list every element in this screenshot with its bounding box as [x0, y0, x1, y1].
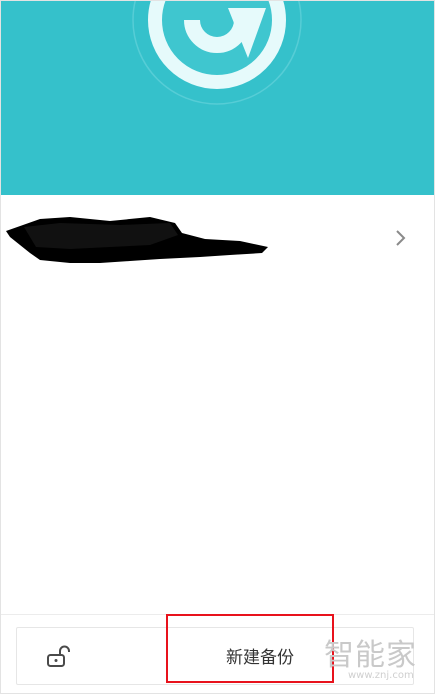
watermark-url: www.znj.com: [348, 670, 414, 681]
content-area: [0, 281, 435, 614]
unlock-icon: [46, 645, 70, 667]
redacted-backup-name: [6, 217, 268, 263]
lock-button[interactable]: [16, 627, 99, 685]
chevron-right-icon[interactable]: [392, 228, 410, 248]
backup-sync-icon: [132, 0, 302, 105]
header-banner: [0, 0, 435, 195]
watermark-text: 智能家: [324, 638, 417, 673]
